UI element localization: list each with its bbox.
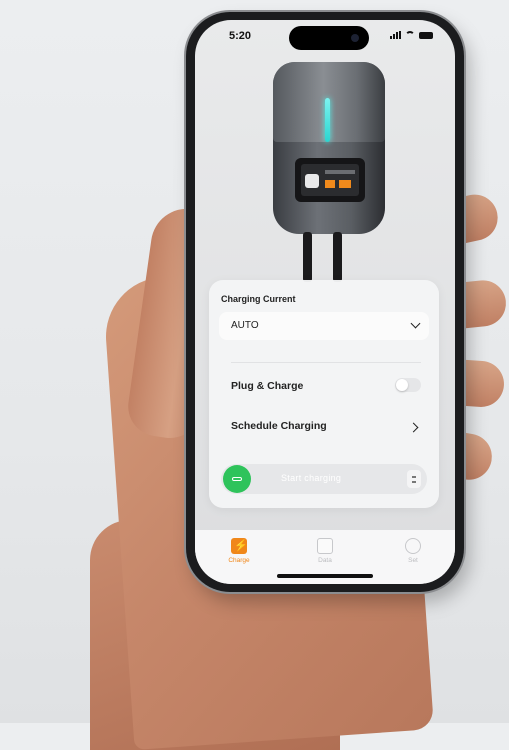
tab-set-label: Set bbox=[408, 557, 418, 564]
battery-icon bbox=[419, 31, 433, 39]
charging-current-dropdown[interactable]: AUTO bbox=[219, 312, 429, 340]
wifi-icon bbox=[405, 31, 415, 39]
phone-screen: 5:20 Charging Current AUTO Plug & Charge… bbox=[195, 20, 455, 584]
settings-icon bbox=[405, 538, 421, 554]
home-indicator bbox=[277, 574, 373, 578]
settings-card: Charging Current AUTO Plug & Charge Sche… bbox=[209, 280, 439, 508]
tab-charge-label: Charge bbox=[228, 557, 250, 564]
charger-led-strip bbox=[325, 98, 330, 142]
schedule-charging-label[interactable]: Schedule Charging bbox=[231, 420, 327, 432]
display-bar bbox=[325, 170, 355, 174]
plug-and-charge-label: Plug & Charge bbox=[231, 380, 304, 392]
plug-and-charge-toggle[interactable] bbox=[395, 378, 421, 392]
ev-charger-image bbox=[273, 62, 385, 234]
charger-cable bbox=[333, 232, 342, 282]
charging-current-value: AUTO bbox=[231, 320, 259, 331]
charger-display bbox=[295, 158, 365, 202]
camera-icon bbox=[351, 34, 359, 42]
display-graphic bbox=[305, 174, 319, 188]
start-charging-slider[interactable]: Start charging bbox=[221, 464, 427, 494]
plug-icon bbox=[232, 474, 242, 484]
chevron-down-icon bbox=[410, 318, 421, 329]
phone: 5:20 Charging Current AUTO Plug & Charge… bbox=[186, 12, 464, 592]
signal-icon bbox=[390, 31, 401, 39]
tab-data-label: Data bbox=[318, 557, 332, 564]
charger-display-screen bbox=[301, 164, 359, 196]
tab-data[interactable]: Data bbox=[295, 538, 355, 564]
divider bbox=[231, 362, 421, 363]
charging-current-label: Charging Current bbox=[221, 294, 296, 304]
dynamic-island bbox=[289, 26, 369, 50]
tab-set[interactable]: Set bbox=[383, 538, 443, 564]
chevron-right-icon[interactable] bbox=[408, 422, 419, 433]
tab-charge[interactable]: Charge bbox=[209, 538, 269, 564]
status-time: 5:20 bbox=[229, 30, 252, 42]
status-icons bbox=[390, 31, 433, 39]
slider-label: Start charging bbox=[281, 473, 342, 483]
toggle-knob bbox=[396, 379, 408, 391]
status-bar: 5:20 bbox=[195, 20, 455, 54]
display-readout bbox=[339, 180, 351, 188]
display-readout bbox=[325, 180, 335, 188]
data-icon bbox=[317, 538, 333, 554]
charger-cable bbox=[303, 232, 312, 282]
slider-end-icon bbox=[407, 470, 421, 488]
charge-icon bbox=[231, 538, 248, 554]
slider-handle[interactable] bbox=[223, 465, 251, 493]
